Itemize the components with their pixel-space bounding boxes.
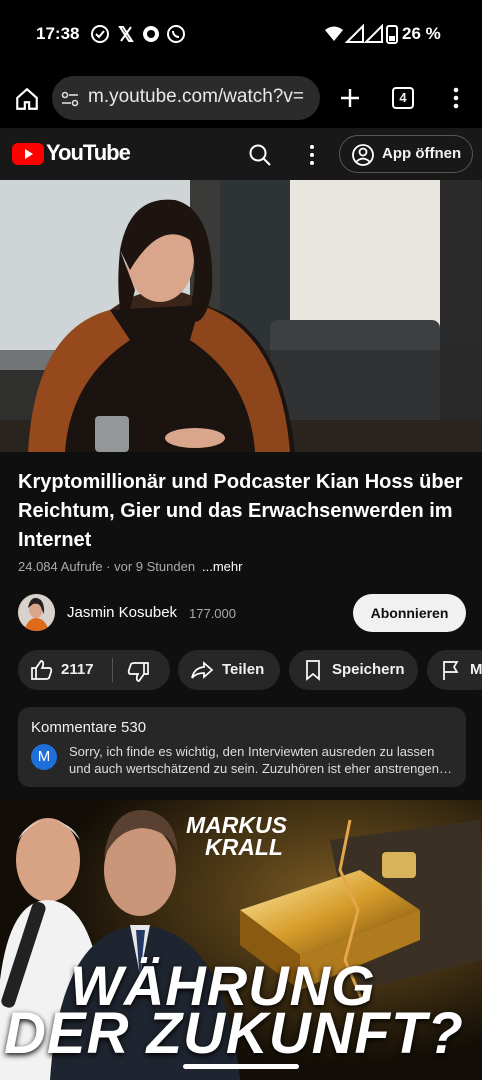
account-icon (352, 144, 374, 166)
bookmark-icon (306, 660, 320, 681)
whatsapp-icon (167, 25, 185, 43)
battery-percentage: 26 % (402, 24, 441, 43)
youtube-logo-icon[interactable] (12, 142, 44, 166)
like-count[interactable]: 2117 (61, 661, 94, 678)
home-icon[interactable] (14, 86, 40, 112)
check-circle-icon (91, 25, 109, 43)
channel-avatar-image (18, 594, 55, 631)
signal-icon-2 (364, 24, 383, 43)
share-label[interactable]: Teilen (222, 661, 264, 678)
comments-header[interactable]: Kommentare 530 (31, 719, 146, 736)
subscribe-button[interactable]: Abonnieren (353, 594, 466, 632)
header-more-icon[interactable] (302, 143, 322, 167)
like-icon[interactable] (30, 658, 54, 682)
share-icon (191, 661, 214, 679)
channel-name[interactable]: Jasmin Kosubek (67, 604, 177, 621)
youtube-logo-text[interactable]: YouTube (46, 140, 131, 166)
thumbnail-name-line2: KRALL (205, 834, 283, 860)
more-vert-icon[interactable] (446, 86, 466, 110)
like-divider (112, 658, 113, 682)
site-settings-icon[interactable] (60, 89, 80, 109)
subscriber-count: 177.000 (189, 606, 236, 621)
dislike-icon[interactable] (126, 660, 150, 684)
report-label[interactable]: M (470, 661, 482, 678)
open-app-label[interactable]: App öffnen (382, 145, 461, 162)
video-title[interactable]: Kryptomillionär und Podcaster Kian Hoss … (18, 468, 468, 555)
battery-icon (386, 25, 398, 44)
flag-icon (443, 661, 459, 680)
signal-icon (345, 24, 364, 43)
thumbnail-headline-line2: DER ZUKUNFT? (4, 1001, 464, 1066)
new-tab-icon[interactable] (338, 86, 362, 110)
description-more-link[interactable]: ...mehr (202, 559, 242, 574)
video-meta: 24.084 Aufrufe · vor 9 Stunden (18, 559, 196, 574)
save-label[interactable]: Speichern (332, 661, 405, 678)
video-frame-illustration (0, 180, 482, 452)
tab-switcher-button[interactable]: 4 (392, 87, 414, 109)
gesture-home-bar[interactable] (183, 1064, 299, 1069)
chat-app-icon (143, 26, 159, 42)
url-text[interactable]: m.youtube.com/watch?v= (88, 86, 316, 108)
search-icon[interactable] (248, 143, 272, 167)
x-app-icon (118, 26, 134, 42)
video-player[interactable] (0, 180, 482, 452)
status-time: 17:38 (36, 24, 80, 43)
wifi-icon (325, 26, 343, 41)
top-comment-text[interactable]: Sorry, ich finde es wichtig, den Intervi… (69, 743, 454, 777)
comment-avatar: M (31, 744, 57, 770)
channel-avatar[interactable] (18, 594, 55, 631)
